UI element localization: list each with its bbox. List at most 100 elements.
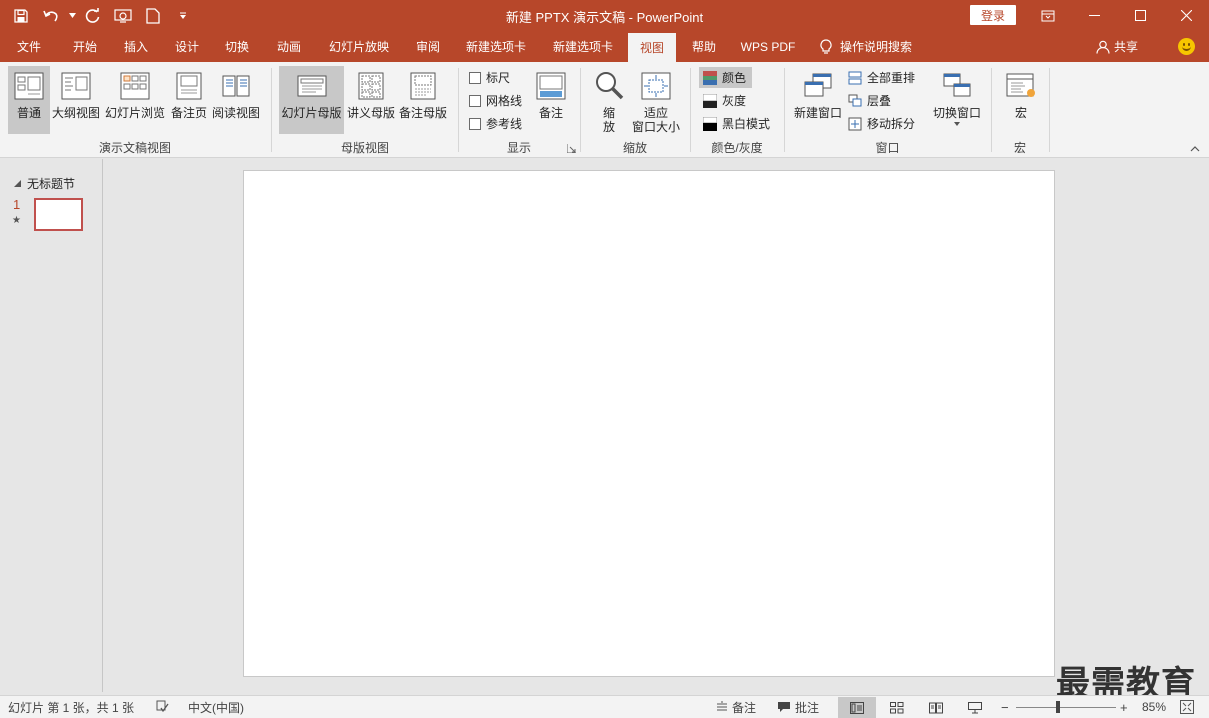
section-header[interactable]: 无标题节 — [14, 175, 75, 192]
slide-number: 1 — [13, 197, 21, 212]
customize-icon[interactable] — [170, 3, 196, 29]
comments-status-label: 批注 — [795, 700, 820, 715]
tab-design[interactable]: 设计 — [164, 31, 210, 62]
grayscale-label: 灰度 — [722, 94, 747, 108]
dialog-launcher-icon[interactable] — [567, 144, 576, 153]
fit-window-icon — [641, 72, 671, 100]
zoom-out-button[interactable]: − — [1001, 696, 1009, 718]
minimize-icon[interactable] — [1071, 0, 1117, 31]
group-label-color: 颜色/灰度 — [711, 141, 763, 155]
slide-editing-area — [104, 159, 1209, 692]
move-split-label: 移动拆分 — [867, 117, 916, 131]
slide-sorter-button[interactable]: 幻灯片浏览 — [104, 66, 166, 134]
chevron-down-icon[interactable] — [68, 3, 76, 29]
group-label-zoom: 缩放 — [622, 141, 647, 155]
new-window-button[interactable]: 新建窗口 — [792, 66, 844, 134]
undo-icon[interactable] — [38, 3, 64, 29]
zoom-slider-track[interactable] — [1016, 707, 1116, 708]
notes-page-button[interactable]: 备注页 — [169, 66, 209, 134]
ribbon-display-options-icon[interactable] — [1025, 0, 1071, 31]
fit-to-window-button[interactable]: 适应 窗口大小 — [630, 66, 682, 134]
quick-access-toolbar — [8, 0, 196, 31]
comments-status-button[interactable]: 批注 — [777, 696, 819, 718]
notes-toggle-button[interactable]: 备注 — [531, 66, 571, 134]
notes-master-button[interactable]: 备注母版 — [398, 66, 448, 134]
maximize-icon[interactable] — [1117, 0, 1163, 31]
normal-view-button[interactable]: 普通 — [8, 66, 50, 134]
new-file-icon[interactable] — [140, 3, 166, 29]
guides-check-box[interactable] — [469, 117, 481, 130]
spell-check-icon[interactable] — [156, 696, 170, 718]
slideshow-status-icon[interactable] — [956, 697, 994, 718]
gridlines-checkbox[interactable]: 网格线 — [469, 90, 522, 111]
slide-sorter-status-icon[interactable] — [878, 697, 916, 718]
color-swatch-icon — [703, 70, 717, 85]
share-button[interactable]: 共享 — [1096, 31, 1138, 62]
cascade-button[interactable]: 层叠 — [848, 90, 891, 111]
tab-slideshow[interactable]: 幻灯片放映 — [318, 31, 400, 62]
tab-new-2[interactable]: 新建选项卡 — [543, 31, 623, 62]
move-split-button[interactable]: 移动拆分 — [848, 113, 915, 134]
redo-icon[interactable] — [80, 3, 106, 29]
reading-view-button[interactable]: 阅读视图 — [211, 66, 261, 134]
tab-wps-pdf[interactable]: WPS PDF — [734, 31, 802, 62]
comment-icon — [778, 702, 790, 712]
tab-transitions[interactable]: 切换 — [214, 31, 260, 62]
fit-slide-icon[interactable] — [1180, 696, 1194, 718]
handout-master-button[interactable]: 讲义母版 — [346, 66, 396, 134]
status-bar: 幻灯片 第 1 张，共 1 张 中文(中国) 备注 批注 − + 85% — [0, 695, 1209, 718]
tell-me-search[interactable]: 操作说明搜索 — [820, 31, 912, 62]
close-icon[interactable] — [1163, 0, 1209, 31]
notes-master-icon — [410, 72, 436, 100]
tab-file[interactable]: 文件 — [6, 31, 52, 62]
outline-view-button[interactable]: 大纲视图 — [51, 66, 101, 134]
slide-count-status: 幻灯片 第 1 张，共 1 张 — [8, 700, 135, 715]
reading-view-label: 阅读视图 — [211, 106, 260, 120]
tab-view[interactable]: 视图 — [628, 33, 676, 62]
zoom-button[interactable]: 缩放 — [590, 66, 628, 134]
macros-label: 宏 — [1014, 106, 1027, 120]
reading-view-status-icon[interactable] — [917, 697, 955, 718]
color-mode-button[interactable]: 颜色 — [699, 67, 753, 88]
switch-window-button[interactable]: 切换窗口 — [930, 66, 984, 134]
touch-mode-icon[interactable] — [110, 3, 136, 29]
guides-checkbox[interactable]: 参考线 — [469, 113, 522, 134]
slide-thumbnail-pane: 无标题节 1 ★ — [0, 159, 103, 692]
group-label-presentation-views: 演示文稿视图 — [98, 141, 171, 155]
title-bar: 新建 PPTX 演示文稿 - PowerPoint 登录 — [0, 0, 1209, 31]
tab-new-1[interactable]: 新建选项卡 — [456, 31, 536, 62]
section-collapse-icon[interactable] — [14, 180, 21, 187]
ruler-checkbox[interactable]: 标尺 — [469, 67, 510, 88]
zoom-level[interactable]: 85% — [1142, 696, 1166, 718]
tab-home[interactable]: 开始 — [62, 31, 108, 62]
slide-thumbnail[interactable] — [34, 198, 83, 231]
slide-master-label: 幻灯片母版 — [281, 106, 342, 120]
ruler-check-box[interactable] — [469, 71, 481, 84]
collapse-ribbon-icon[interactable] — [1190, 146, 1200, 152]
slide-sorter-icon — [120, 72, 150, 100]
macros-button[interactable]: 宏 — [1000, 66, 1042, 134]
language-status[interactable]: 中文(中国) — [188, 696, 244, 718]
slide-master-button[interactable]: 幻灯片母版 — [279, 66, 344, 134]
feedback-smiley-icon[interactable] — [1178, 38, 1195, 55]
tab-animations[interactable]: 动画 — [266, 31, 312, 62]
notes-icon — [717, 701, 727, 711]
gridlines-check-box[interactable] — [469, 94, 481, 107]
black-white-button[interactable]: 黑白模式 — [703, 113, 770, 134]
tab-review[interactable]: 审阅 — [405, 31, 451, 62]
tab-insert[interactable]: 插入 — [113, 31, 159, 62]
tab-help[interactable]: 帮助 — [681, 31, 727, 62]
black-white-swatch-icon — [703, 116, 717, 131]
notes-status-button[interactable]: 备注 — [716, 696, 756, 718]
reading-view-icon — [222, 75, 250, 97]
normal-view-status-icon[interactable] — [838, 697, 876, 718]
group-label-master-views: 母版视图 — [340, 141, 389, 155]
arrange-all-button[interactable]: 全部重排 — [848, 67, 915, 88]
login-button[interactable]: 登录 — [970, 5, 1016, 25]
slide-canvas[interactable] — [243, 170, 1055, 677]
save-icon[interactable] — [8, 3, 34, 29]
zoom-in-button[interactable]: + — [1120, 696, 1128, 718]
grayscale-button[interactable]: 灰度 — [703, 90, 746, 111]
zoom-slider-handle[interactable] — [1056, 701, 1060, 713]
guides-label: 参考线 — [486, 117, 523, 131]
